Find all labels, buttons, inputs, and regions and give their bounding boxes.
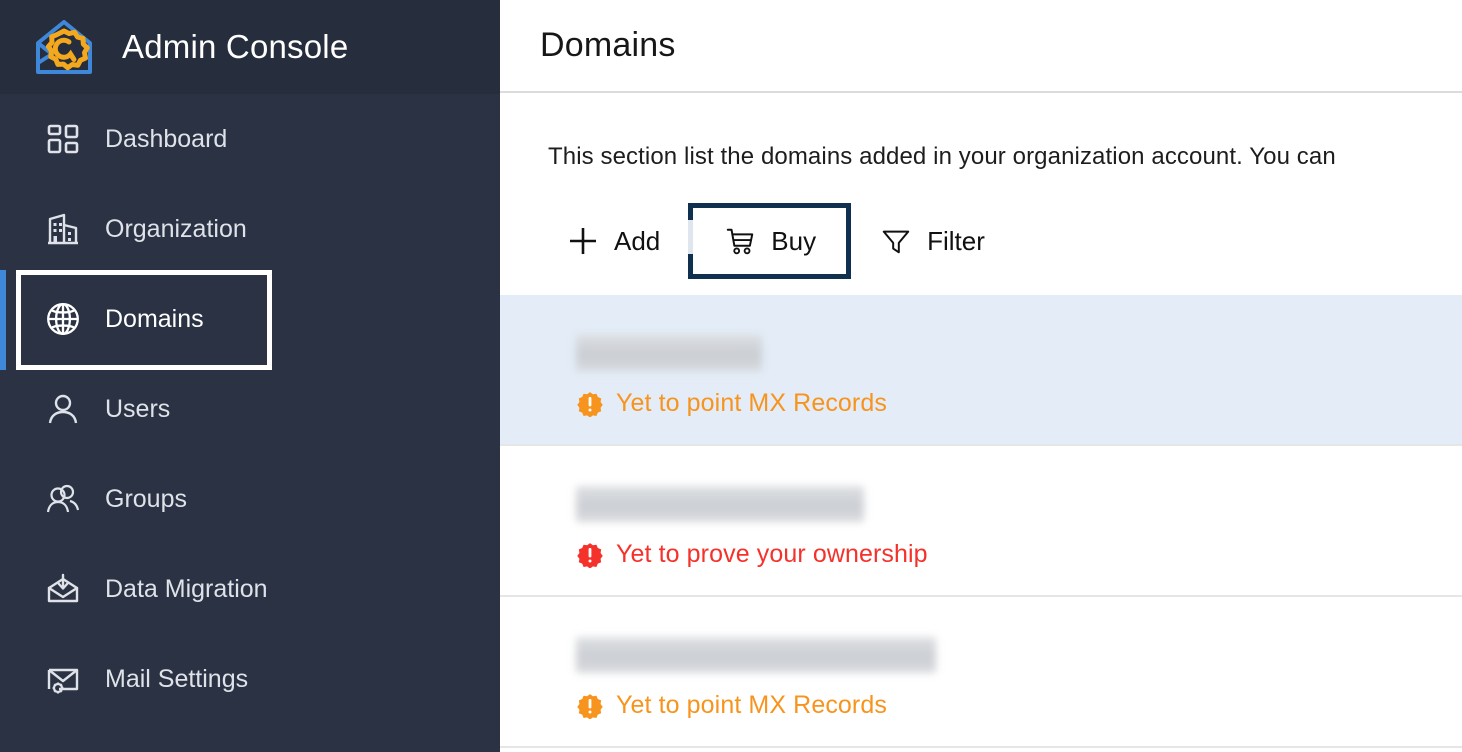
- warning-badge-icon: [576, 692, 604, 720]
- sidebar-item-domains[interactable]: Domains: [0, 270, 500, 370]
- active-accent-bar: [0, 270, 6, 370]
- sidebar-item-label: Users: [105, 394, 171, 423]
- sidebar-item-mail-settings[interactable]: Mail Settings: [0, 634, 500, 724]
- domain-row[interactable]: Yet to point MX Records: [500, 597, 1462, 748]
- brand-title: Admin Console: [122, 28, 349, 65]
- sidebar-item-label: Organization: [105, 214, 247, 243]
- sidebar-item-label: Groups: [105, 484, 187, 513]
- sidebar-item-label: Dashboard: [105, 124, 228, 153]
- plus-icon: [566, 224, 600, 258]
- add-button-label: Add: [614, 225, 661, 256]
- status-text: Yet to point MX Records: [616, 691, 887, 719]
- domain-row[interactable]: Yet to point MX Records: [500, 295, 1462, 446]
- sidebar-nav: Dashboard Organization Domains Users Gro…: [0, 94, 500, 724]
- sidebar: Admin Console Dashboard Organization Dom…: [0, 0, 500, 752]
- status-badge: Yet to point MX Records: [576, 691, 1462, 720]
- main-content: Domains This section list the domains ad…: [500, 0, 1462, 752]
- main-header: Domains: [500, 0, 1462, 93]
- envelope-gear-icon: [43, 659, 83, 699]
- status-badge: Yet to prove your ownership: [576, 540, 1462, 569]
- globe-icon: [43, 299, 83, 339]
- user-icon: [43, 389, 83, 429]
- sidebar-item-organization[interactable]: Organization: [0, 184, 500, 274]
- sidebar-item-dashboard[interactable]: Dashboard: [0, 94, 500, 184]
- buy-button[interactable]: Buy: [688, 203, 852, 279]
- domain-name-redacted: [576, 335, 762, 371]
- sidebar-item-label: Data Migration: [105, 574, 268, 603]
- status-text: Yet to prove your ownership: [616, 540, 928, 568]
- add-button[interactable]: Add: [544, 203, 682, 279]
- brand-header: Admin Console: [0, 0, 500, 94]
- building-icon: [43, 209, 83, 249]
- dashboard-grid-icon: [43, 119, 83, 159]
- sidebar-item-label: Mail Settings: [105, 664, 249, 693]
- domain-name-redacted: [576, 637, 936, 673]
- shopping-cart-icon: [723, 224, 757, 258]
- app-root: Admin Console Dashboard Organization Dom…: [0, 0, 1462, 752]
- toolbar: Add Buy Filter: [544, 203, 1462, 279]
- funnel-icon: [879, 224, 913, 258]
- buy-button-label: Buy: [771, 225, 817, 256]
- domain-list: Yet to point MX Records Yet to prove you…: [500, 295, 1462, 748]
- warning-badge-icon: [576, 541, 604, 569]
- section-description: This section list the domains added in y…: [548, 143, 1336, 170]
- warning-badge-icon: [576, 390, 604, 418]
- sidebar-item-label: Domains: [105, 304, 204, 333]
- status-badge: Yet to point MX Records: [576, 389, 1462, 418]
- sidebar-item-data-migration[interactable]: Data Migration: [0, 544, 500, 634]
- filter-button[interactable]: Filter: [857, 203, 1007, 279]
- page-title: Domains: [540, 26, 676, 64]
- filter-button-label: Filter: [927, 225, 985, 256]
- home-gear-icon: [28, 11, 100, 83]
- sidebar-item-users[interactable]: Users: [0, 364, 500, 454]
- envelope-download-icon: [43, 569, 83, 609]
- users-group-icon: [43, 479, 83, 519]
- status-text: Yet to point MX Records: [616, 389, 887, 417]
- domain-name-redacted: [576, 486, 864, 522]
- sidebar-item-groups[interactable]: Groups: [0, 454, 500, 544]
- domain-row[interactable]: Yet to prove your ownership: [500, 446, 1462, 597]
